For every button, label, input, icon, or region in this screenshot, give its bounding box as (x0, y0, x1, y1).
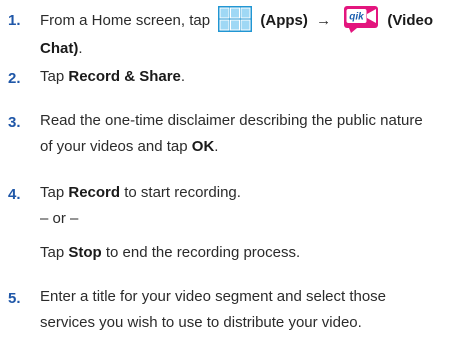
step-4-end: to start recording. (124, 184, 241, 201)
step-text: Read the one-time disclaimer describing … (40, 108, 464, 160)
step-text: Enter a title for your video segment and… (40, 284, 464, 336)
stop-label: Stop (68, 244, 102, 261)
step-number: 5. (8, 290, 21, 307)
step-text: Tap Record to start recording. – or – Ta… (40, 180, 464, 266)
instruction-list: 1. From a Home screen, tap (Apps) → qik … (0, 0, 471, 342)
step-number: 2. (8, 70, 21, 87)
record-and-share-label: Record & Share (68, 68, 181, 85)
step-number: 4. (8, 186, 21, 203)
step-3-period: . (214, 138, 219, 155)
qik-logo-text: qik (350, 12, 365, 23)
step-4-intro: Tap (40, 184, 65, 201)
arrow-icon: → (316, 12, 332, 29)
step-2-period: . (180, 68, 186, 85)
apps-label: (Apps) (260, 12, 308, 29)
record-label: Record (68, 184, 121, 201)
ok-label: OK (191, 138, 215, 155)
step-2-intro: Tap (40, 68, 65, 85)
step-3-line1: Read the one-time disclaimer describing … (40, 112, 423, 129)
step-number: 3. (8, 114, 21, 131)
step-1-period: . (78, 40, 83, 57)
step-5-line2: services you wish to use to distribute y… (40, 314, 362, 331)
step-5-line1: Enter a title for your video segment and… (40, 288, 387, 305)
step-number: 1. (8, 12, 21, 29)
step-3-line2: of your videos and tap (40, 138, 188, 155)
qik-video-chat-icon: qik (344, 6, 379, 34)
step-text: Tap Record & Share. (40, 64, 464, 90)
apps-grid-icon (218, 6, 253, 33)
step-4-alt-intro: Tap (40, 244, 65, 261)
step-text: From a Home screen, tap (Apps) → qik (Vi… (40, 6, 464, 62)
video-label-line2: Chat) (40, 40, 79, 57)
step-1-intro: From a Home screen, tap (40, 12, 211, 29)
or-separator: – or – (40, 210, 79, 227)
step-4-alt-end: to end the recording process. (105, 244, 301, 261)
video-label-line1: (Video (387, 12, 433, 29)
